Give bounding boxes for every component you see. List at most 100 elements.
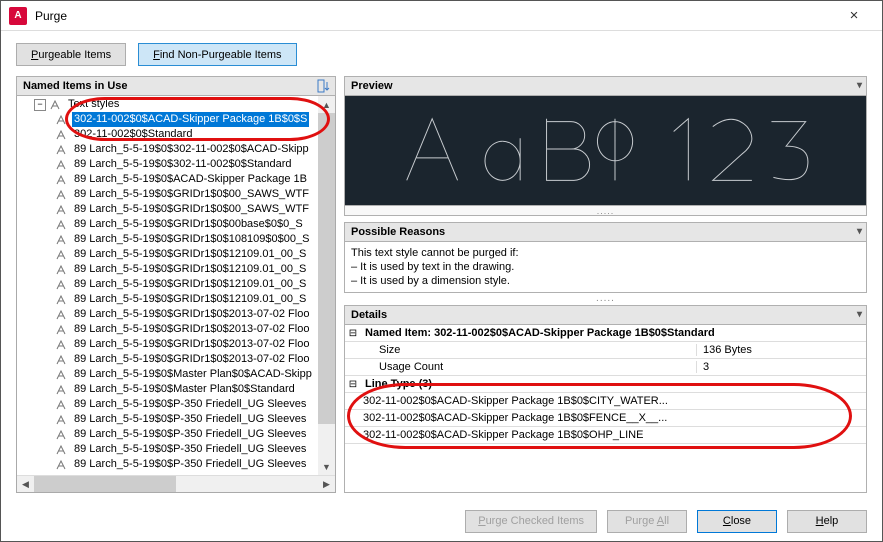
button-label: Close	[723, 515, 751, 527]
named-items-header: Named Items in Use	[16, 76, 336, 96]
tree-node[interactable]: 89 Larch_5-5-19$0$GRIDr1$0$108109$0$00_S	[52, 232, 335, 247]
text-style-icon	[55, 458, 69, 472]
linetype-entry: 302-11-002$0$ACAD-Skipper Package 1B$0$F…	[345, 412, 836, 424]
text-style-icon	[55, 428, 69, 442]
close-button[interactable]: Close	[697, 510, 777, 533]
details-row: Usage Count 3	[345, 359, 866, 376]
node-label: 89 Larch_5-5-19$0$GRIDr1$0$2013-07-02 Fl…	[72, 337, 311, 352]
tree-node[interactable]: 89 Larch_5-5-19$0$GRIDr1$0$00_SAWS_WTF	[52, 202, 335, 217]
text-style-icon	[55, 383, 69, 397]
splitter[interactable]: .....	[344, 206, 867, 216]
text-style-icon	[55, 398, 69, 412]
scroll-thumb[interactable]	[34, 476, 176, 493]
tree-node-root[interactable]: − Text styles	[32, 97, 335, 112]
text-style-icon	[55, 233, 69, 247]
button-label: Purgeable Items	[31, 49, 111, 61]
node-label: 89 Larch_5-5-19$0$302-11-002$0$ACAD-Skip…	[72, 142, 311, 157]
tree-node[interactable]: 89 Larch_5-5-19$0$GRIDr1$0$12109.01_00_S	[52, 262, 335, 277]
collapse-icon[interactable]: ⊟	[345, 328, 361, 339]
tree-node[interactable]: 89 Larch_5-5-19$0$P-350 Friedell_UG Slee…	[52, 427, 335, 442]
text-style-icon	[55, 413, 69, 427]
tree-node[interactable]: 89 Larch_5-5-19$0$GRIDr1$0$12109.01_00_S	[52, 292, 335, 307]
details-value: 3	[696, 361, 866, 373]
text-style-icon	[55, 113, 69, 127]
help-button[interactable]: Help	[787, 510, 867, 533]
tree-node[interactable]: 89 Larch_5-5-19$0$GRIDr1$0$2013-07-02 Fl…	[52, 307, 335, 322]
tree-node[interactable]: 89 Larch_5-5-19$0$GRIDr1$0$2013-07-02 Fl…	[52, 337, 335, 352]
sort-icon[interactable]	[317, 79, 332, 97]
tree-node-selected[interactable]: 302-11-002$0$ACAD-Skipper Package 1B$0$S	[52, 112, 335, 127]
details-row[interactable]: 302-11-002$0$ACAD-Skipper Package 1B$0$C…	[345, 393, 866, 410]
node-label: 89 Larch_5-5-19$0$302-11-002$0$Standard	[72, 157, 294, 172]
node-label: 89 Larch_5-5-19$0$GRIDr1$0$2013-07-02 Fl…	[72, 322, 311, 337]
tree-node[interactable]: 89 Larch_5-5-19$0$P-350 Friedell_UG Slee…	[52, 457, 335, 472]
node-label: 89 Larch_5-5-19$0$P-350 Friedell_UG Slee…	[72, 442, 308, 457]
splitter[interactable]: .....	[344, 293, 867, 305]
scroll-right-icon[interactable]: ▶	[318, 476, 335, 493]
node-label: 89 Larch_5-5-19$0$GRIDr1$0$12109.01_00_S	[72, 247, 308, 262]
text-style-icon	[55, 323, 69, 337]
details-key: Named Item: 302-11-002$0$ACAD-Skipper Pa…	[361, 327, 866, 339]
reason-line: – It is used by a dimension style.	[351, 274, 860, 288]
text-style-icon	[55, 188, 69, 202]
details-grid: ⊟ Named Item: 302-11-002$0$ACAD-Skipper …	[344, 325, 867, 493]
tree-node[interactable]: 89 Larch_5-5-19$0$P-350 Friedell_UG Slee…	[52, 397, 335, 412]
scroll-up-icon[interactable]: ▲	[318, 96, 335, 113]
panel-title: Possible Reasons	[351, 226, 445, 238]
tree-node[interactable]: 89 Larch_5-5-19$0$302-11-002$0$ACAD-Skip…	[52, 142, 335, 157]
details-row[interactable]: ⊟ Line Type (3)	[345, 376, 866, 393]
purgeable-items-button[interactable]: Purgeable Items	[16, 43, 126, 66]
node-label: 89 Larch_5-5-19$0$ACAD-Skipper Package 1…	[72, 172, 309, 187]
collapse-icon[interactable]: −	[34, 99, 46, 111]
details-row[interactable]: 302-11-002$0$ACAD-Skipper Package 1B$0$F…	[345, 410, 866, 427]
preview-sample-text	[395, 107, 815, 195]
tree-node[interactable]: 89 Larch_5-5-19$0$GRIDr1$0$00_SAWS_WTF	[52, 187, 335, 202]
window-close-button[interactable]: ×	[834, 2, 874, 30]
tree-node[interactable]: 89 Larch_5-5-19$0$GRIDr1$0$2013-07-02 Fl…	[52, 322, 335, 337]
button-label: Help	[816, 515, 839, 527]
text-style-icon	[55, 278, 69, 292]
tree-node[interactable]: 89 Larch_5-5-19$0$GRIDr1$0$12109.01_00_S	[52, 277, 335, 292]
horizontal-scrollbar[interactable]: ◀ ▶	[17, 475, 335, 492]
tree-node[interactable]: 89 Larch_5-5-19$0$GRIDr1$0$2013-07-02 Fl…	[52, 352, 335, 367]
details-header: Details ▾	[344, 305, 867, 325]
scroll-down-icon[interactable]: ▼	[318, 458, 335, 475]
button-label: Purge All	[625, 515, 669, 527]
collapse-icon[interactable]: ▾	[857, 226, 862, 237]
details-row[interactable]: 302-11-002$0$ACAD-Skipper Package 1B$0$O…	[345, 427, 866, 444]
tree-node[interactable]: 89 Larch_5-5-19$0$P-350 Friedell_UG Slee…	[52, 412, 335, 427]
node-label: 89 Larch_5-5-19$0$P-350 Friedell_UG Slee…	[72, 412, 308, 427]
tree-node[interactable]: 89 Larch_5-5-19$0$GRIDr1$0$00base$0$0_S	[52, 217, 335, 232]
text-style-icon	[55, 218, 69, 232]
details-row: Size 136 Bytes	[345, 342, 866, 359]
linetype-entry: 302-11-002$0$ACAD-Skipper Package 1B$0$O…	[345, 429, 836, 441]
scroll-left-icon[interactable]: ◀	[17, 476, 34, 493]
text-style-icon	[55, 203, 69, 217]
node-label: 89 Larch_5-5-19$0$P-350 Friedell_UG Slee…	[72, 397, 308, 412]
tree-node[interactable]: 89 Larch_5-5-19$0$GRIDr1$0$12109.01_00_S	[52, 247, 335, 262]
details-key: Size	[361, 344, 696, 356]
reason-line: This text style cannot be purged if:	[351, 246, 860, 260]
collapse-icon[interactable]: ⊟	[345, 379, 361, 390]
scroll-thumb[interactable]	[318, 113, 335, 424]
find-non-purgeable-button[interactable]: Find Non-Purgeable Items	[138, 43, 296, 66]
tree-node[interactable]: 89 Larch_5-5-19$0$Master Plan$0$Standard	[52, 382, 335, 397]
details-row[interactable]: ⊟ Named Item: 302-11-002$0$ACAD-Skipper …	[345, 325, 866, 342]
collapse-icon[interactable]: ▾	[857, 309, 862, 320]
text-style-icon	[55, 368, 69, 382]
button-label: Find Non-Purgeable Items	[153, 49, 281, 61]
tree-node[interactable]: 302-11-002$0$Standard	[52, 127, 335, 142]
vertical-scrollbar[interactable]: ▲ ▼	[318, 96, 335, 475]
tree-node[interactable]: 89 Larch_5-5-19$0$302-11-002$0$Standard	[52, 157, 335, 172]
node-label: 302-11-002$0$ACAD-Skipper Package 1B$0$S	[72, 112, 309, 127]
node-label: 89 Larch_5-5-19$0$Master Plan$0$ACAD-Ski…	[72, 367, 314, 382]
node-label: 89 Larch_5-5-19$0$GRIDr1$0$2013-07-02 Fl…	[72, 307, 311, 322]
tree-node[interactable]: 89 Larch_5-5-19$0$Master Plan$0$ACAD-Ski…	[52, 367, 335, 382]
collapse-icon[interactable]: ▾	[857, 80, 862, 91]
text-style-icon	[55, 248, 69, 262]
node-label: Text styles	[66, 97, 121, 112]
node-label: 89 Larch_5-5-19$0$GRIDr1$0$2013-07-02 Fl…	[72, 352, 311, 367]
tree-node[interactable]: 89 Larch_5-5-19$0$P-350 Friedell_UG Slee…	[52, 442, 335, 457]
tree-node[interactable]: 89 Larch_5-5-19$0$ACAD-Skipper Package 1…	[52, 172, 335, 187]
node-label: 89 Larch_5-5-19$0$GRIDr1$0$00_SAWS_WTF	[72, 202, 311, 217]
